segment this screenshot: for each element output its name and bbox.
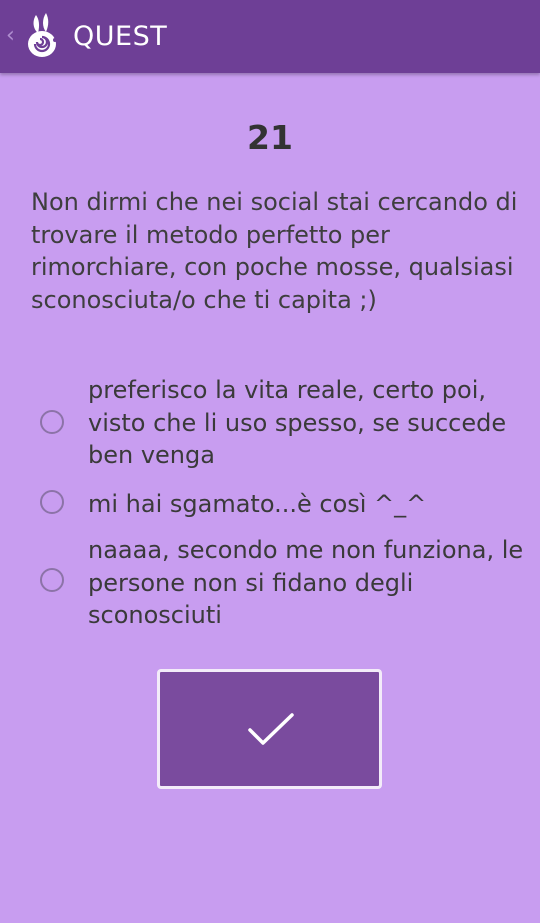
option-label[interactable]: mi hai sgamato...è così ^_^ [88, 488, 528, 521]
action-bar: ‹ QUEST [0, 0, 540, 73]
radio-button[interactable] [40, 490, 64, 514]
answer-option-3[interactable]: naaaa, secondo me non funziona, le perso… [0, 534, 540, 634]
answer-option-1[interactable]: preferisco la vita reale, certo poi, vis… [0, 374, 540, 474]
option-label[interactable]: preferisco la vita reale, certo poi, vis… [88, 374, 528, 472]
radio-button[interactable] [40, 410, 64, 434]
option-label[interactable]: naaaa, secondo me non funziona, le perso… [88, 534, 528, 632]
answer-option-2[interactable]: mi hai sgamato...è così ^_^ [0, 488, 540, 522]
rabbit-spiral-logo-icon[interactable] [22, 11, 64, 61]
radio-button[interactable] [40, 568, 64, 592]
question-text: Non dirmi che nei social stai cercando d… [31, 188, 518, 314]
app-title: QUEST [73, 21, 168, 52]
chevron-left-icon[interactable]: ‹ [6, 24, 15, 48]
question-number: 21 [247, 118, 293, 157]
checkmark-icon [248, 713, 294, 745]
confirm-button[interactable] [157, 669, 382, 789]
